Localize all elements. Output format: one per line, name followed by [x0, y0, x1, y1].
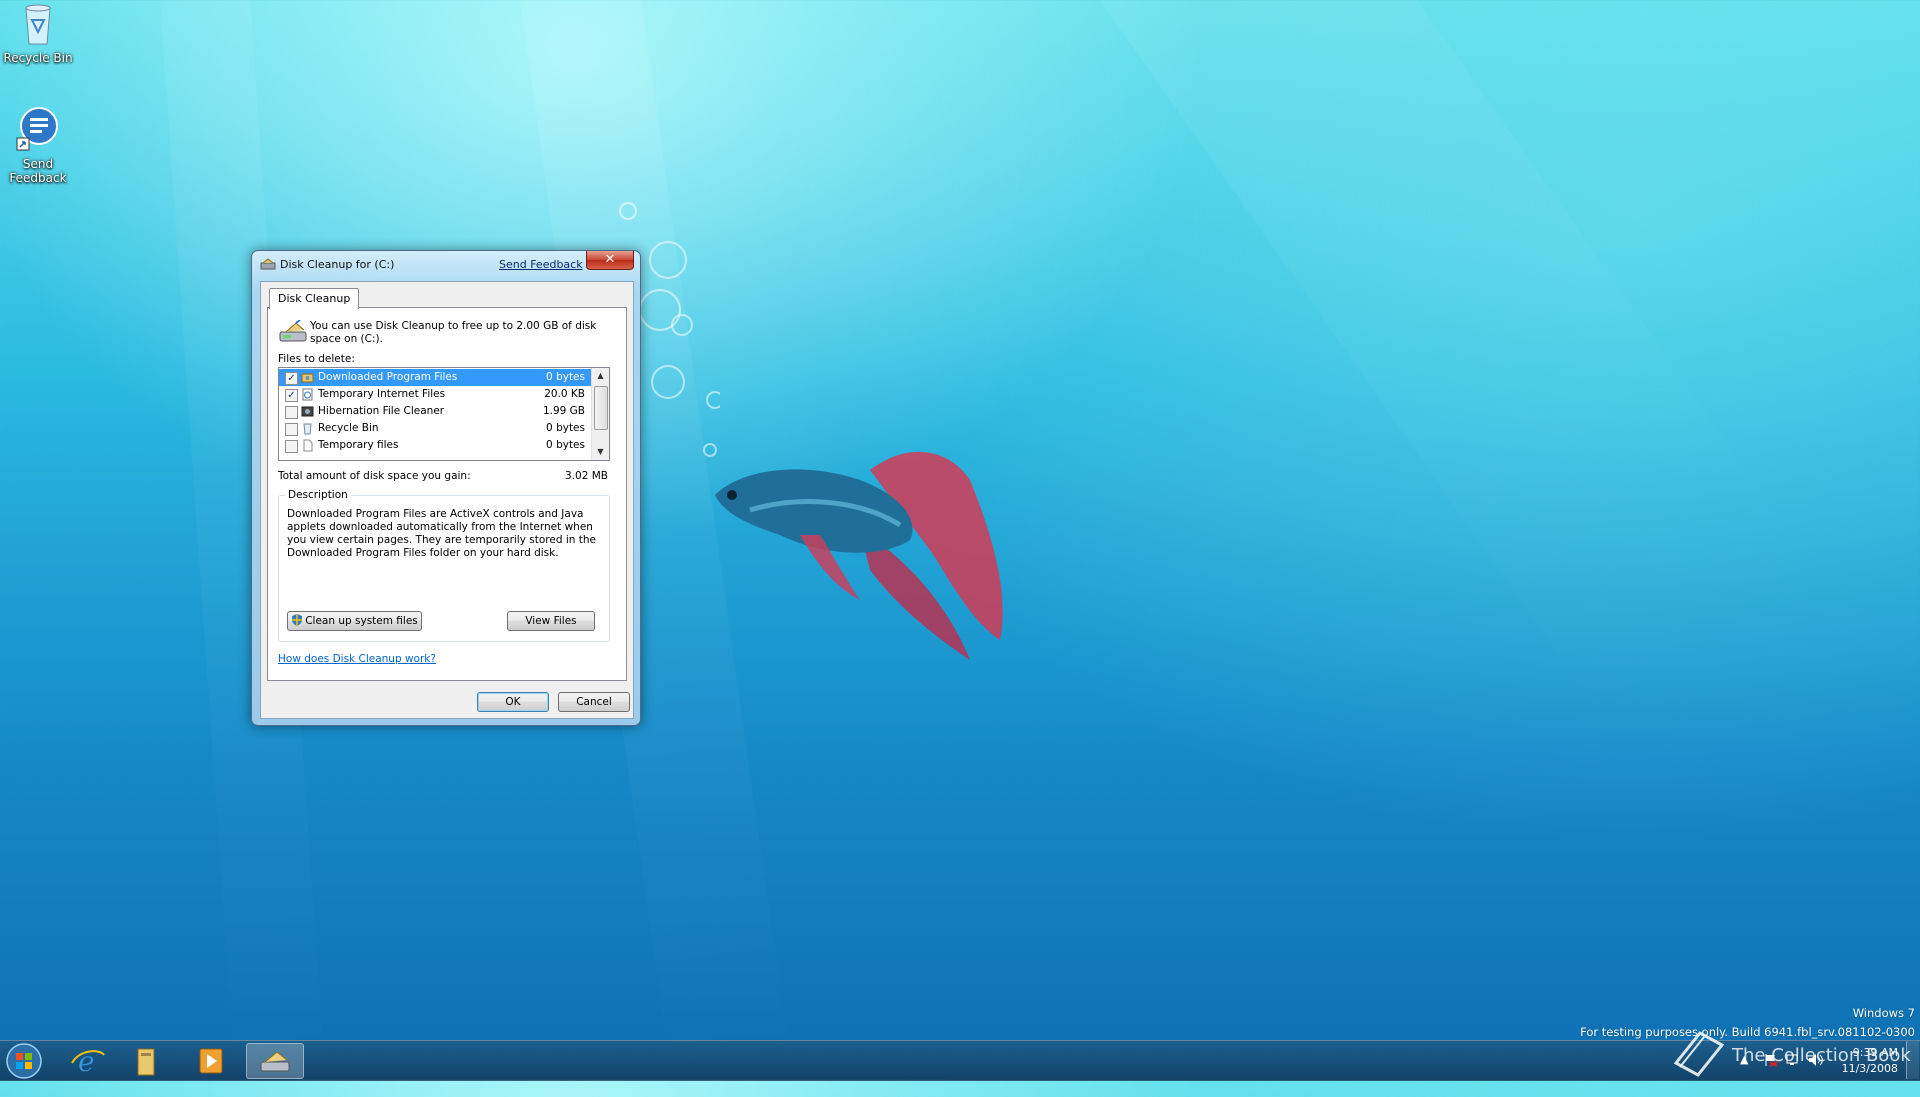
blank-file-icon: [303, 439, 313, 452]
checkbox-unchecked[interactable]: [285, 406, 298, 419]
hibernation-icon: [301, 406, 314, 417]
recycle-bin-icon: [25, 4, 51, 45]
desktop-icon-label: Recycle Bin: [3, 51, 73, 65]
desktop-icon-label: Send Feedback: [9, 157, 67, 185]
file-category-name: Hibernation File Cleaner: [318, 405, 445, 417]
title-bar[interactable]: Disk Cleanup for (C:) Send Feedback ✕: [252, 251, 640, 277]
svg-text:e: e: [78, 1045, 95, 1078]
volume-icon[interactable]: [1808, 1053, 1824, 1067]
checkbox-unchecked[interactable]: [285, 423, 298, 436]
disk-cleanup-icon: [260, 1051, 290, 1072]
file-category-size: 0 bytes: [546, 371, 585, 383]
desktop-icon-recycle-bin[interactable]: Recycle Bin: [0, 2, 76, 65]
file-category-size: 1.99 GB: [542, 405, 585, 417]
description-text: Downloaded Program Files are ActiveX con…: [287, 508, 596, 559]
internet-explorer-icon: e: [71, 1045, 105, 1078]
file-category-name: Temporary files: [318, 439, 399, 451]
close-icon: ✕: [604, 252, 616, 267]
start-orb-icon: [6, 1043, 42, 1079]
clean-up-system-files-label: Clean up system files: [305, 615, 418, 627]
file-category-size: 0 bytes: [546, 439, 585, 451]
how-does-disk-cleanup-work-link[interactable]: How does Disk Cleanup work?: [278, 653, 436, 665]
taskbar-windows-explorer[interactable]: [118, 1043, 174, 1079]
internet-files-icon: [302, 388, 313, 401]
total-space-value: 3.02 MB: [565, 470, 608, 482]
clean-up-system-files-button[interactable]: Clean up system files: [287, 611, 422, 631]
recycle-bin-icon: [303, 423, 312, 435]
scroll-down-arrow-icon[interactable]: ▼: [592, 444, 609, 460]
file-category-name: Recycle Bin: [318, 422, 379, 434]
cancel-button[interactable]: Cancel: [558, 692, 630, 712]
tab-panel: You can use Disk Cleanup to free up to 2…: [267, 307, 627, 681]
total-space-label: Total amount of disk space you gain:: [278, 470, 471, 482]
book-logo-icon: [1673, 1031, 1725, 1077]
windows-explorer-icon: [137, 1048, 155, 1076]
description-group: Description Downloaded Program Files are…: [278, 489, 610, 642]
disk-cleanup-window: Disk Cleanup for (C:) Send Feedback ✕ Di…: [251, 250, 641, 726]
files-to-delete-label: Files to delete:: [278, 353, 355, 365]
scroll-thumb[interactable]: [594, 386, 608, 430]
ok-button[interactable]: OK: [477, 692, 549, 712]
checkbox-checked[interactable]: ✓: [285, 389, 298, 402]
send-feedback-link[interactable]: Send Feedback: [499, 258, 583, 271]
list-item[interactable]: Recycle Bin 0 bytes: [279, 420, 591, 437]
file-category-size: 0 bytes: [546, 422, 585, 434]
list-item[interactable]: ✓ Temporary Internet Files 20.0 KB: [279, 386, 591, 403]
file-category-name: Temporary Internet Files: [318, 388, 446, 400]
windows-version-watermark: Windows 7: [1852, 1006, 1915, 1020]
intro-text: You can use Disk Cleanup to free up to 2…: [310, 320, 597, 345]
file-category-name: Downloaded Program Files: [318, 371, 458, 383]
folder-gear-icon: [301, 373, 314, 383]
taskbar: e The Collection Book ▲ 9:39 AM 11/3/200…: [0, 1031, 1920, 1081]
scroll-up-arrow-icon[interactable]: ▲: [592, 368, 609, 384]
start-button[interactable]: [2, 1043, 50, 1079]
file-category-size: 20.0 KB: [544, 388, 585, 400]
list-item[interactable]: Temporary files 0 bytes: [279, 437, 591, 454]
tray-show-hidden-icon[interactable]: ▲: [1740, 1053, 1748, 1066]
list-scrollbar[interactable]: ▲ ▼: [591, 368, 609, 460]
betta-fish-image: [715, 451, 1003, 660]
network-icon[interactable]: [1786, 1053, 1800, 1067]
disk-cleanup-icon: [260, 258, 276, 270]
taskbar-internet-explorer[interactable]: e: [60, 1043, 116, 1079]
send-feedback-icon: [16, 107, 58, 151]
list-item[interactable]: Hibernation File Cleaner 1.99 GB: [279, 403, 591, 420]
disk-cleanup-icon: [279, 320, 307, 342]
tab-disk-cleanup[interactable]: Disk Cleanup: [269, 288, 360, 309]
taskbar-disk-cleanup[interactable]: [246, 1043, 304, 1079]
build-watermark: For testing purposes only. Build 6941.fb…: [1580, 1025, 1915, 1039]
media-player-icon: [199, 1048, 223, 1074]
checkbox-unchecked[interactable]: [285, 440, 298, 453]
description-legend: Description: [285, 489, 351, 501]
desktop-icon-send-feedback[interactable]: Send Feedback: [0, 106, 76, 185]
checkbox-checked[interactable]: ✓: [285, 372, 298, 385]
view-files-button[interactable]: View Files: [507, 611, 595, 631]
show-desktop-button[interactable]: [1906, 1041, 1919, 1079]
files-to-delete-list[interactable]: ✓ Downloaded Program Files 0 bytes ✓ Tem…: [278, 367, 610, 461]
dialog-client-area: Disk Cleanup You can use Disk Cleanup to…: [260, 281, 634, 719]
clock-time[interactable]: 9:39 AM: [1828, 1046, 1898, 1059]
close-button[interactable]: ✕: [586, 251, 634, 270]
clock-date[interactable]: 11/3/2008: [1828, 1062, 1898, 1075]
action-center-flag-icon[interactable]: [1764, 1053, 1778, 1067]
list-item[interactable]: ✓ Downloaded Program Files 0 bytes: [279, 369, 591, 386]
light-ray: [1100, 0, 1830, 738]
uac-shield-icon: [292, 614, 303, 626]
taskbar-media-player[interactable]: [182, 1043, 238, 1079]
window-title: Disk Cleanup for (C:): [280, 258, 395, 271]
